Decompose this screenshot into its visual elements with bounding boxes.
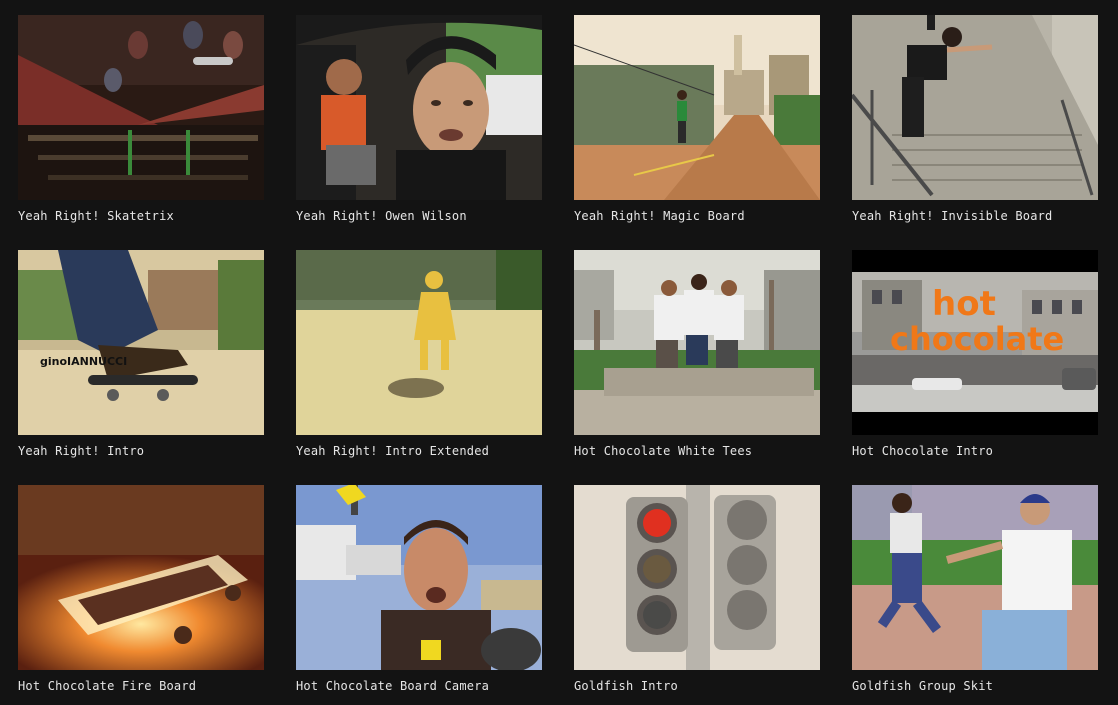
video-thumbnail[interactable] [296,250,542,435]
video-thumbnail[interactable] [852,485,1098,670]
board-camera-thumbnail [296,485,542,670]
fire-board-thumbnail [18,485,264,670]
handrail-stairs-thumbnail [852,15,1098,200]
video-thumbnail[interactable] [18,485,264,670]
hot-chocolate-logo-thumbnail: hot chocolate [852,250,1098,435]
skaters-stadium-thumbnail [18,15,264,200]
video-card[interactable]: Yeah Right! Invisible Board [852,15,1098,223]
video-thumbnail[interactable]: hot chocolate [852,250,1098,435]
video-card[interactable]: Hot Chocolate White Tees [574,250,820,458]
video-thumbnail[interactable]: ginoIANNUCCI [18,250,264,435]
video-title[interactable]: Hot Chocolate Intro [852,444,1098,458]
video-card[interactable]: Yeah Right! Intro Extended [296,250,542,458]
city-street-thumbnail [574,15,820,200]
logo-line1-overlay: hot [932,284,996,324]
video-thumbnail[interactable] [18,15,264,200]
video-thumbnail[interactable] [574,15,820,200]
video-card[interactable]: Hot Chocolate Fire Board [18,485,264,693]
video-card[interactable]: Yeah Right! Owen Wilson [296,15,542,223]
video-title[interactable]: Yeah Right! Intro [18,444,264,458]
car-selfie-thumbnail [296,15,542,200]
video-thumbnail[interactable] [574,250,820,435]
traffic-light-thumbnail [574,485,820,670]
video-card[interactable]: Yeah Right! Magic Board [574,15,820,223]
video-thumbnail[interactable] [296,15,542,200]
video-card[interactable]: Hot Chocolate Board Camera [296,485,542,693]
video-title[interactable]: Yeah Right! Invisible Board [852,209,1098,223]
video-thumbnail[interactable] [852,15,1098,200]
video-card[interactable]: Yeah Right! Skatetrix [18,15,264,223]
video-title[interactable]: Yeah Right! Skatetrix [18,209,264,223]
group-skit-thumbnail [852,485,1098,670]
group-grind-thumbnail [574,250,820,435]
video-title[interactable]: Hot Chocolate White Tees [574,444,820,458]
video-thumbnail[interactable] [574,485,820,670]
video-card[interactable]: ginoIANNUCCI Yeah Right! Intro [18,250,264,458]
video-card[interactable]: Goldfish Intro [574,485,820,693]
skateboard-closeup-thumbnail: ginoIANNUCCI [18,250,264,435]
skater-name-overlay: ginoIANNUCCI [40,355,127,368]
video-title[interactable]: Hot Chocolate Board Camera [296,679,542,693]
video-card[interactable]: hot chocolate Hot Chocolate Intro [852,250,1098,458]
video-title[interactable]: Yeah Right! Intro Extended [296,444,542,458]
video-title[interactable]: Yeah Right! Magic Board [574,209,820,223]
video-title[interactable]: Goldfish Intro [574,679,820,693]
video-title[interactable]: Hot Chocolate Fire Board [18,679,264,693]
video-grid: Yeah Right! Skatetrix Yeah Right! Owen W… [0,0,1118,705]
logo-line2-overlay: chocolate [890,320,1064,358]
video-card[interactable]: Goldfish Group Skit [852,485,1098,693]
video-title[interactable]: Yeah Right! Owen Wilson [296,209,542,223]
video-thumbnail[interactable] [296,485,542,670]
girl-logo-figure-thumbnail [296,250,542,435]
video-title[interactable]: Goldfish Group Skit [852,679,1098,693]
